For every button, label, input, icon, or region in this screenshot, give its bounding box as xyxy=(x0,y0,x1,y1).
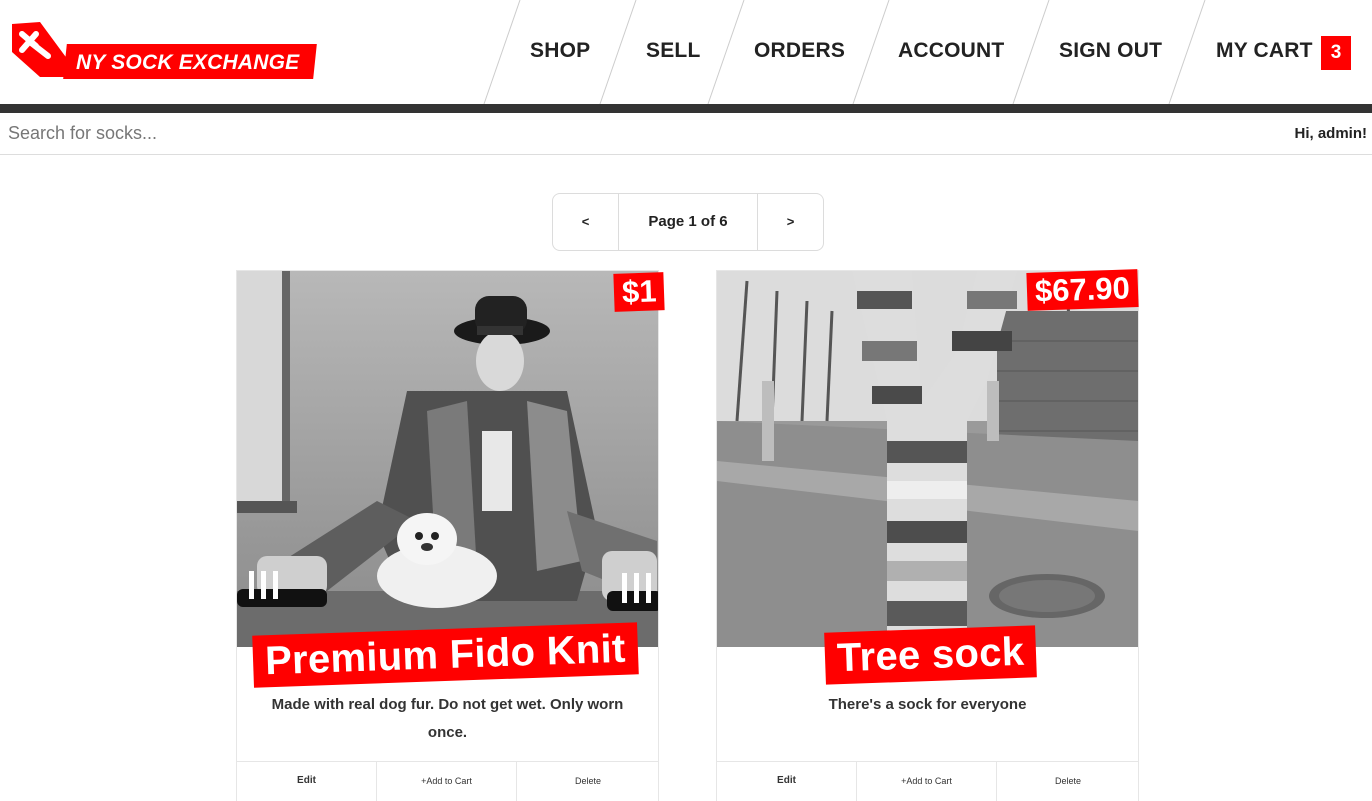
price-tag: $67.90 xyxy=(1026,269,1139,311)
product-card: $67.90 Tree sock There's a sock for ever… xyxy=(716,269,1139,801)
cart-count-badge[interactable]: 3 xyxy=(1321,36,1351,70)
delete-button[interactable]: Delete xyxy=(998,762,1138,801)
edit-button[interactable]: Edit xyxy=(717,762,857,801)
pagination: < Page 1 of 6 > xyxy=(552,193,824,251)
delete-button[interactable]: Delete xyxy=(518,762,658,801)
product-actions: Edit +Add to Cart Delete xyxy=(717,761,1138,801)
product-actions: Edit +Add to Cart Delete xyxy=(237,761,658,801)
edit-button[interactable]: Edit xyxy=(237,762,377,801)
add-to-cart-button[interactable]: +Add to Cart xyxy=(377,762,517,801)
price-tag: $1 xyxy=(613,272,666,312)
search-input[interactable] xyxy=(0,113,1000,154)
nav-sell[interactable]: SELL xyxy=(646,39,700,63)
nav-account[interactable]: ACCOUNT xyxy=(898,39,1004,63)
product-card: $1 Premium Fido Knit Made with real dog … xyxy=(236,270,666,801)
nav-shop[interactable]: SHOP xyxy=(530,39,590,63)
product-description: There's a sock for everyone xyxy=(828,696,1027,713)
product-description: Made with real dog fur. Do not get wet. … xyxy=(271,696,624,741)
add-to-cart-button[interactable]: +Add to Cart xyxy=(857,762,997,801)
user-greeting: Hi, admin! xyxy=(1294,125,1367,142)
site-header: NY SOCK EXCHANGE SHOP SELL ORDERS ACCOUN… xyxy=(0,0,1372,104)
page-indicator: Page 1 of 6 xyxy=(648,213,728,230)
next-page-button[interactable]: > xyxy=(757,194,823,250)
prev-page-button[interactable]: < xyxy=(553,194,619,250)
nav-orders[interactable]: ORDERS xyxy=(754,39,845,63)
product-title[interactable]: Tree sock xyxy=(824,625,1038,685)
nav-sign-out[interactable]: SIGN OUT xyxy=(1059,39,1162,63)
product-image[interactable] xyxy=(237,271,658,647)
nav-my-cart[interactable]: MY CART xyxy=(1216,39,1313,63)
search-bar: Hi, admin! xyxy=(0,113,1372,155)
product-image[interactable] xyxy=(717,271,1138,647)
header-divider xyxy=(0,104,1372,113)
